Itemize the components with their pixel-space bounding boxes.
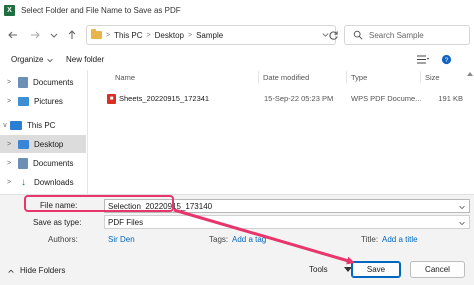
annotation-arrow — [173, 208, 355, 265]
